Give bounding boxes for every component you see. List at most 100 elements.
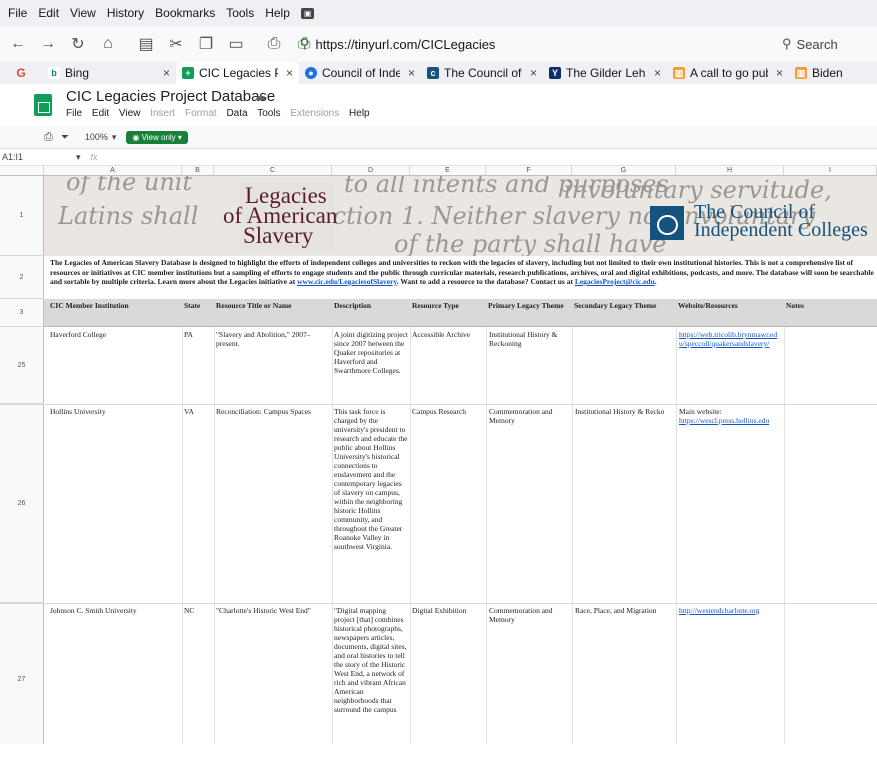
cell-primary-theme[interactable]: Commemoration and Memory bbox=[489, 606, 571, 624]
website-link[interactable]: https://wescl.press.hollins.edu bbox=[679, 416, 769, 425]
row-header-25[interactable]: 25 bbox=[0, 327, 44, 404]
header-secondary-theme[interactable]: Secondary Legacy Theme bbox=[574, 301, 670, 310]
tab-call[interactable]: ▥ A call to go publi × bbox=[667, 62, 789, 84]
sheets-menu-tools[interactable]: Tools bbox=[257, 108, 280, 119]
zoom-select[interactable]: 100% bbox=[85, 132, 108, 142]
forward-icon[interactable]: → bbox=[36, 35, 60, 53]
tab-cic-legacies[interactable]: + CIC Legacies Proj × bbox=[176, 62, 299, 84]
tab-bing[interactable]: b Bing × bbox=[42, 62, 176, 84]
column-header-h[interactable]: H bbox=[676, 166, 784, 176]
menu-help[interactable]: Help bbox=[265, 6, 290, 20]
cell-website[interactable]: Main website: https://wescl.press.hollin… bbox=[679, 407, 781, 425]
sheets-logo-icon[interactable] bbox=[34, 94, 52, 116]
column-header-f[interactable]: F bbox=[486, 166, 572, 176]
row-header-26[interactable]: 26 bbox=[0, 404, 44, 603]
cell-type[interactable]: Digital Exhibition bbox=[412, 606, 486, 615]
cell-title[interactable]: "Slavery and Abolition," 2007–present. bbox=[216, 330, 328, 348]
menu-view[interactable]: View bbox=[70, 6, 96, 20]
print-icon[interactable]: ⎙ bbox=[44, 131, 53, 144]
cell-website[interactable]: https://web.tricolib.brynmawr.edu/specco… bbox=[679, 330, 781, 348]
close-tab-icon[interactable]: × bbox=[776, 66, 783, 80]
sidebar-icon[interactable]: ▤ bbox=[134, 34, 158, 54]
cell-description[interactable]: This task force is charged by the univer… bbox=[334, 407, 408, 602]
row-header-3[interactable]: 3 bbox=[0, 299, 44, 327]
copy-icon[interactable]: ❐ bbox=[194, 34, 218, 54]
close-tab-icon[interactable]: × bbox=[286, 66, 293, 80]
search-box[interactable]: ⚲ Search bbox=[782, 30, 877, 58]
sheets-menu-extensions[interactable]: Extensions bbox=[290, 108, 339, 119]
sheets-menu-help[interactable]: Help bbox=[349, 108, 370, 119]
filter-icon[interactable]: ⏷ bbox=[61, 132, 69, 143]
print-icon[interactable]: ⎙ bbox=[262, 35, 286, 53]
tab-biden[interactable]: ▥ Biden bbox=[789, 62, 849, 84]
menu-file[interactable]: File bbox=[8, 6, 27, 20]
cell-type[interactable]: Accessible Archive bbox=[412, 330, 486, 339]
cell-institution[interactable]: Johnson C. Smith University bbox=[50, 606, 180, 615]
menu-bookmarks[interactable]: Bookmarks bbox=[155, 6, 215, 20]
view-only-button[interactable]: ◉ View only ▾ bbox=[126, 130, 188, 144]
cut-icon[interactable]: ✂ bbox=[164, 34, 188, 54]
sheets-menu-insert[interactable]: Insert bbox=[150, 108, 175, 119]
cell-state[interactable]: VA bbox=[184, 407, 212, 416]
website-link[interactable]: https://web.tricolib.brynmawr.edu/specco… bbox=[679, 330, 777, 348]
header-state[interactable]: State bbox=[184, 301, 214, 310]
extension-icon[interactable]: ▣ bbox=[300, 7, 315, 19]
cell-title[interactable]: Reconciliation: Campus Spaces bbox=[216, 407, 332, 416]
cell-institution[interactable]: Haverford College bbox=[50, 330, 180, 339]
tab-council-2[interactable]: c The Council of In × bbox=[421, 62, 543, 84]
legacies-link[interactable]: www.cic.edu/LegaciesofSlavery bbox=[297, 277, 397, 286]
cell-state[interactable]: PA bbox=[184, 330, 212, 339]
cell-website[interactable]: http://westendcharlotte.org bbox=[679, 606, 781, 615]
row-header-1[interactable]: 1 bbox=[0, 176, 44, 256]
column-header-a[interactable]: A bbox=[44, 166, 182, 176]
header-primary-theme[interactable]: Primary Legacy Theme bbox=[488, 301, 568, 310]
cell-type[interactable]: Campus Research bbox=[412, 407, 486, 416]
reload-icon[interactable]: ↻ bbox=[66, 34, 90, 54]
column-header-g[interactable]: G bbox=[572, 166, 676, 176]
cell-primary-theme[interactable]: Institutional History & Reckoning bbox=[489, 330, 571, 348]
sheets-menu-format[interactable]: Format bbox=[185, 108, 217, 119]
tab-gilder[interactable]: Y The Gilder Lehrm × bbox=[543, 62, 667, 84]
website-link[interactable]: http://westendcharlotte.org bbox=[679, 606, 759, 615]
header-title[interactable]: Resource Title or Name bbox=[216, 301, 332, 310]
header-website[interactable]: Website/Resources bbox=[678, 301, 782, 310]
header-description[interactable]: Description bbox=[334, 301, 408, 310]
cell-primary-theme[interactable]: Commemoration and Memory bbox=[489, 407, 571, 425]
close-tab-icon[interactable]: × bbox=[530, 66, 537, 80]
column-header-b[interactable]: B bbox=[182, 166, 214, 176]
sheets-menu-edit[interactable]: Edit bbox=[92, 108, 109, 119]
close-tab-icon[interactable]: × bbox=[163, 66, 170, 80]
home-icon[interactable]: ⌂ bbox=[96, 35, 120, 53]
header-resource-type[interactable]: Resource Type bbox=[412, 301, 484, 310]
cell-secondary-theme[interactable]: Institutional History & Recko bbox=[575, 407, 675, 416]
paste-icon[interactable]: ▭ bbox=[224, 34, 248, 54]
cell-state[interactable]: NC bbox=[184, 606, 212, 615]
sheets-menu-file[interactable]: File bbox=[66, 108, 82, 119]
back-icon[interactable]: ← bbox=[6, 35, 30, 53]
menu-edit[interactable]: Edit bbox=[38, 6, 59, 20]
menu-history[interactable]: History bbox=[107, 6, 144, 20]
row-header-27[interactable]: 27 bbox=[0, 603, 44, 757]
close-tab-icon[interactable]: × bbox=[408, 66, 415, 80]
cloud-status-icon[interactable]: ☁ bbox=[254, 89, 266, 103]
column-header-e[interactable]: E bbox=[410, 166, 486, 176]
column-header-c[interactable]: C bbox=[214, 166, 332, 176]
column-header-i[interactable]: I bbox=[784, 166, 877, 176]
row-header-2[interactable]: 2 bbox=[0, 256, 44, 299]
sheets-menu-view[interactable]: View bbox=[119, 108, 141, 119]
header-institution[interactable]: CIC Member Institution bbox=[50, 301, 180, 310]
tab-council[interactable]: ● Council of Indepe × bbox=[299, 62, 421, 84]
column-header-d[interactable]: D bbox=[332, 166, 410, 176]
cell-description[interactable]: A joint digitizing project since 2007 be… bbox=[334, 330, 408, 403]
cell-description[interactable]: "Digital mapping project [that] combines… bbox=[334, 606, 408, 744]
url-bar[interactable]: ⚲ https://tinyurl.com/CICLegacies bbox=[300, 30, 780, 58]
column-header-corner[interactable] bbox=[0, 166, 44, 176]
close-tab-icon[interactable]: × bbox=[654, 66, 661, 80]
document-title[interactable]: CIC Legacies Project Database bbox=[66, 88, 275, 105]
name-box[interactable]: A1:I1 bbox=[0, 152, 60, 162]
header-notes[interactable]: Notes bbox=[786, 301, 866, 310]
sheets-menu-data[interactable]: Data bbox=[226, 108, 247, 119]
menu-tools[interactable]: Tools bbox=[226, 6, 254, 20]
tab-google[interactable]: G bbox=[0, 62, 42, 84]
cell-title[interactable]: "Charlotte's Historic West End" bbox=[216, 606, 332, 615]
